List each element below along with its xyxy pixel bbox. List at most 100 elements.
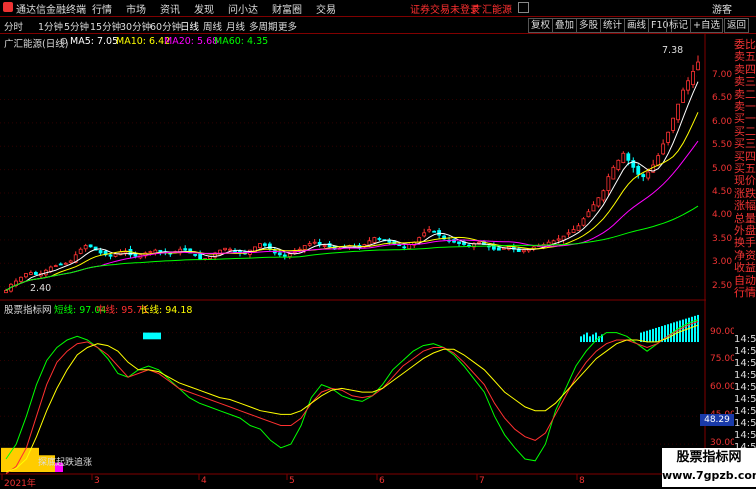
- candle-body: [198, 253, 203, 260]
- tool-back[interactable]: 返回: [724, 18, 750, 33]
- candle-body: [53, 265, 58, 267]
- menu-zixun[interactable]: 资讯: [160, 1, 180, 16]
- period-tab-daily[interactable]: 日线: [180, 19, 199, 33]
- watermark: 股票指标网 www.7gpzb.com: [662, 448, 756, 487]
- period-tab-more[interactable]: 更多: [278, 19, 297, 33]
- login-notice[interactable]: 证券交易未登录: [410, 1, 480, 16]
- tick-time: 14:56: [734, 382, 756, 393]
- candle-body: [367, 240, 372, 246]
- candle-body: [133, 253, 138, 257]
- candle-body: [521, 249, 526, 253]
- top-signal-bar: [694, 315, 696, 343]
- candle-body: [108, 254, 113, 257]
- candle-body: [427, 229, 432, 232]
- candle-body: [257, 243, 262, 249]
- candle-body: [691, 70, 695, 86]
- period-tab-multi[interactable]: 多周期: [249, 19, 278, 33]
- candle-body: [277, 252, 282, 256]
- candle-body: [98, 250, 103, 254]
- candle-body: [596, 197, 601, 207]
- candle-body: [302, 245, 307, 250]
- candle-body: [68, 260, 73, 263]
- top-signal-bar: [697, 314, 699, 343]
- window-icon[interactable]: [518, 2, 529, 13]
- candle-body: [496, 247, 501, 251]
- indicator-tick-label: 90.00: [710, 326, 736, 337]
- period-tab-5min[interactable]: 5分钟: [64, 19, 89, 33]
- tick-time: 14:56: [734, 418, 756, 429]
- menu-wenxiaoda[interactable]: 问小达: [228, 1, 258, 16]
- period-tab-1min[interactable]: 1分钟: [38, 19, 63, 33]
- menu-caifuquan[interactable]: 财富圈: [272, 1, 302, 16]
- indicator-annotation: 探底起跌追涨: [38, 458, 93, 468]
- candle-body: [556, 238, 561, 241]
- candle-body: [656, 155, 661, 166]
- candle-body: [183, 248, 188, 251]
- title-bar: 通达信金融终端 行情 市场 资讯 发现 问小达 财富圈 交易 证券交易未登录 广…: [0, 0, 756, 17]
- indicator-long: 长线: 94.18: [140, 305, 193, 316]
- period-toolbar: 分时 1分钟 5分钟 15分钟 30分钟 60分钟 日线 周线 月线 多周期 更…: [0, 17, 756, 34]
- candle-body: [611, 166, 616, 180]
- ma5-legend: MA5: 7.05: [70, 36, 119, 47]
- ma-icon: ⊙: [60, 36, 68, 47]
- candle-body: [312, 241, 317, 244]
- menu-faxian[interactable]: 发现: [194, 1, 214, 16]
- low-price-label: 2.40: [30, 283, 52, 294]
- candle-body: [48, 266, 53, 272]
- period-tab-weekly[interactable]: 周线: [203, 19, 222, 33]
- top-signal-bar: [646, 330, 648, 343]
- indicator-tick-label: 75.00: [710, 354, 736, 365]
- tool-huaxian[interactable]: 画线: [624, 18, 650, 33]
- top-signal-bar: [649, 329, 651, 343]
- menu-shichang[interactable]: 市场: [126, 1, 146, 16]
- candle-body: [223, 247, 227, 251]
- menu-hangqing[interactable]: 行情: [92, 1, 112, 16]
- candle-body: [282, 254, 287, 257]
- candle-body: [267, 243, 272, 250]
- top-signal-bar: [583, 334, 585, 343]
- ma20-legend: MA20: 5.68: [164, 36, 219, 47]
- top-signal-bar: [658, 327, 660, 343]
- app-logo-icon: [3, 2, 13, 12]
- tool-diejia[interactable]: 叠加: [552, 18, 578, 33]
- candle-body: [24, 273, 28, 278]
- period-tab-30min[interactable]: 30分钟: [120, 19, 151, 33]
- candle-body: [402, 246, 407, 249]
- period-tab-15min[interactable]: 15分钟: [90, 19, 121, 33]
- tool-tongji[interactable]: 统计: [600, 18, 626, 33]
- tool-add-favorite[interactable]: +自选: [690, 18, 723, 33]
- ma60-legend: MA60: 4.35: [214, 36, 269, 47]
- candle-body: [377, 238, 382, 240]
- tool-biaoji[interactable]: 标记: [666, 18, 692, 33]
- candle-body: [33, 272, 38, 275]
- tool-fuquan[interactable]: 复权: [528, 18, 554, 33]
- candle-body: [148, 251, 153, 253]
- candle-body: [19, 276, 23, 282]
- candle-body: [4, 289, 8, 294]
- indicator-tick-label: 30.00: [710, 438, 736, 449]
- x-axis-label: 2021年: [4, 479, 36, 489]
- candle-body: [661, 143, 666, 155]
- price-tick-label: 4.00: [712, 210, 733, 221]
- x-axis-label: 6: [379, 476, 385, 486]
- candle-body: [477, 241, 481, 244]
- candle-body: [432, 230, 437, 233]
- period-tab-60min[interactable]: 60分钟: [150, 19, 181, 33]
- period-tab-fenshi[interactable]: 分时: [4, 19, 23, 33]
- menu-jiaoyi[interactable]: 交易: [316, 1, 336, 16]
- top-signal-bar: [691, 316, 693, 343]
- candle-body: [83, 245, 88, 250]
- chart-area[interactable]: [0, 34, 706, 487]
- candle-body: [626, 153, 631, 161]
- guest-label[interactable]: 游客: [712, 1, 732, 16]
- candle-body: [317, 242, 322, 245]
- candle-body: [88, 244, 93, 248]
- period-tab-monthly[interactable]: 月线: [226, 19, 245, 33]
- candle-body: [228, 248, 232, 251]
- x-axis-label: 8: [579, 476, 585, 486]
- stock-label: 广汇能源(日线): [4, 39, 69, 50]
- tool-duogu[interactable]: 多股: [576, 18, 602, 33]
- candle-body: [666, 131, 671, 143]
- candle-body: [601, 190, 606, 201]
- price-tick-label: 7.00: [712, 70, 733, 81]
